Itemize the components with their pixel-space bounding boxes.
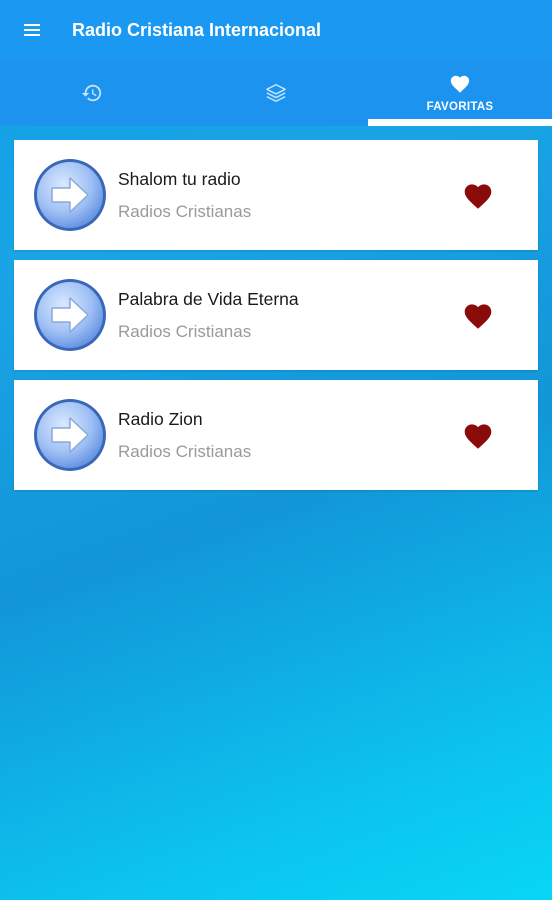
tab-bar: FAVORITAS [0, 60, 552, 126]
tab-history[interactable] [0, 60, 184, 126]
heart-icon [464, 424, 492, 449]
layers-icon [266, 84, 286, 102]
station-name: Radio Zion [118, 408, 203, 429]
app-bar: Radio Cristiana Internacional [0, 0, 552, 60]
station-category: Radios Cristianas [118, 201, 252, 221]
station-name: Shalom tu radio [118, 168, 241, 189]
tab-favoritas-label: FAVORITAS [426, 101, 494, 113]
station-name: Palabra de Vida Eterna [118, 288, 299, 309]
heart-icon [464, 304, 492, 329]
station-category: Radios Cristianas [118, 441, 252, 461]
tab-categories[interactable] [184, 60, 368, 126]
station-card[interactable]: Palabra de Vida Eterna Radios Cristianas [14, 260, 538, 370]
favorite-button[interactable] [458, 415, 498, 455]
app-title: Radio Cristiana Internacional [72, 19, 322, 40]
tab-favoritas[interactable]: FAVORITAS [368, 60, 552, 126]
arrow-right-circle-icon [34, 399, 106, 471]
arrow-right-circle-icon [34, 159, 106, 231]
favorite-button[interactable] [458, 175, 498, 215]
heart-icon [464, 184, 492, 209]
history-icon [81, 84, 102, 102]
favorites-list: Shalom tu radio Radios Cristianas Palabr… [14, 140, 538, 500]
heart-icon [450, 75, 470, 93]
station-card[interactable]: Shalom tu radio Radios Cristianas [14, 140, 538, 250]
favorite-button[interactable] [458, 295, 498, 335]
station-card[interactable]: Radio Zion Radios Cristianas [14, 380, 538, 490]
station-category: Radios Cristianas [118, 321, 252, 341]
menu-button[interactable] [0, 0, 64, 60]
hamburger-menu-icon [24, 24, 40, 36]
active-tab-indicator [368, 119, 552, 126]
arrow-right-circle-icon [34, 279, 106, 351]
